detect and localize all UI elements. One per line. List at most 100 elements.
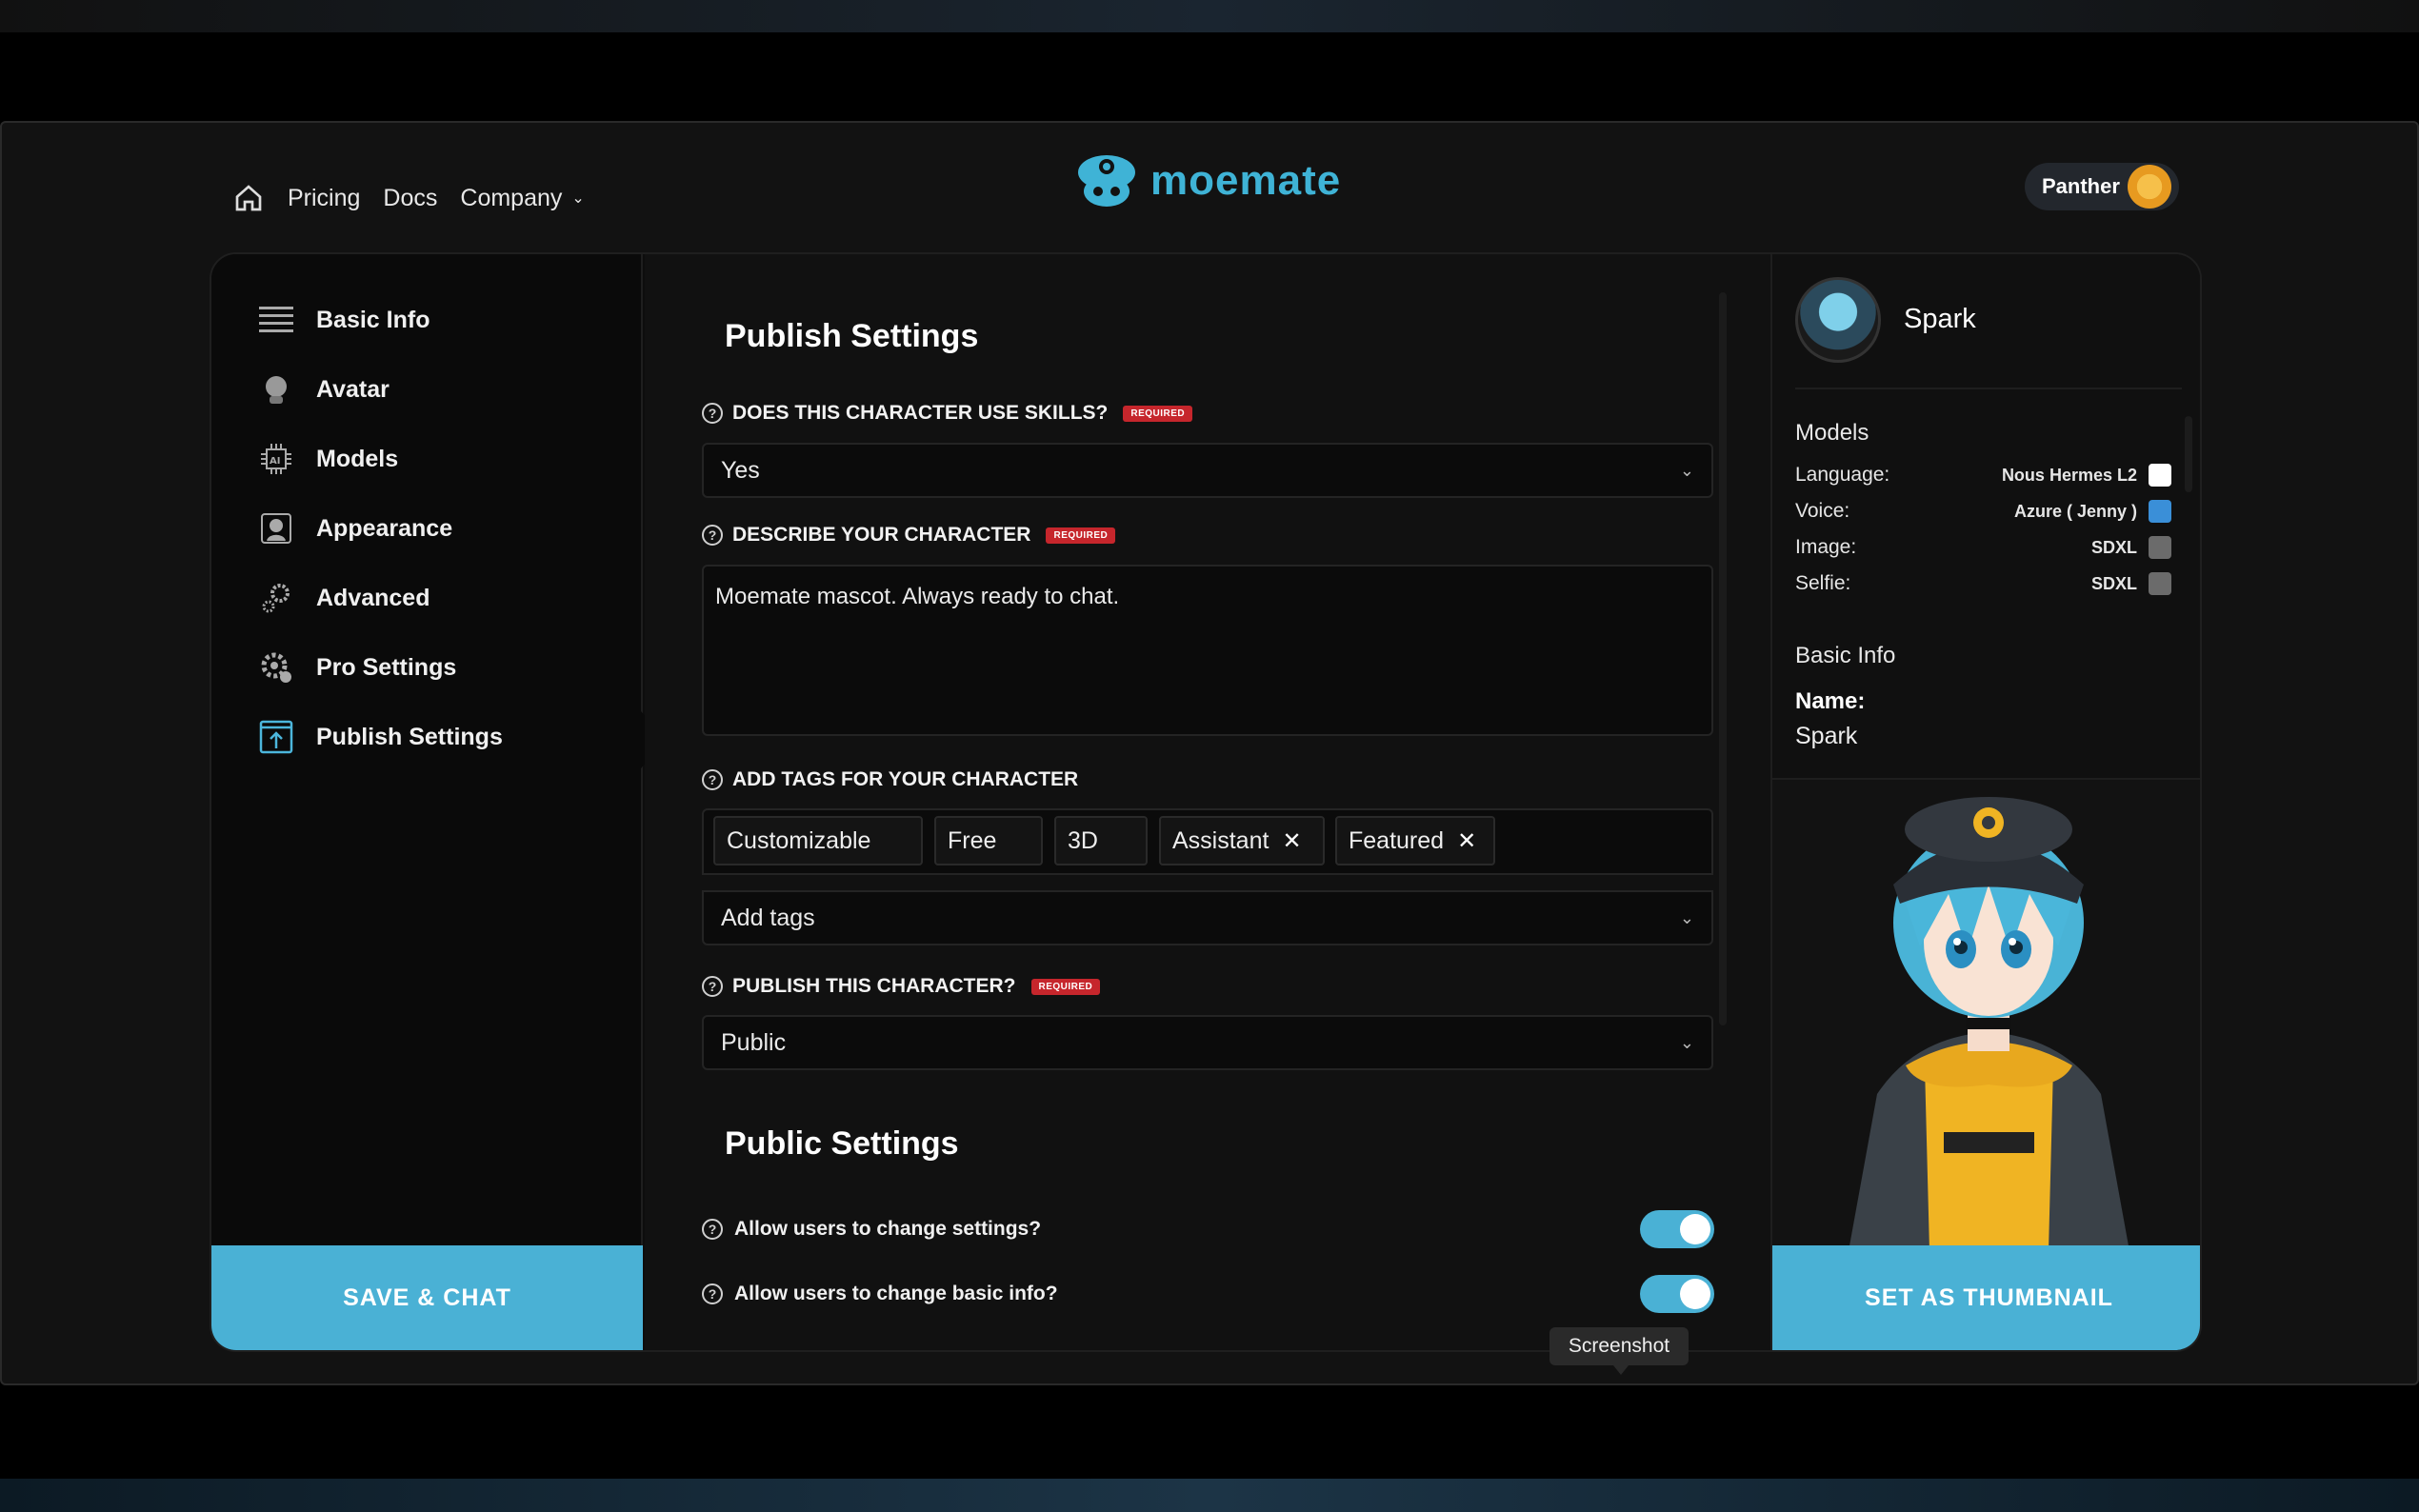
- nav-docs-link[interactable]: Docs: [383, 185, 437, 212]
- upload-icon: [257, 718, 295, 756]
- preview-panel: Spark Models Language: Nous Hermes L2 Vo…: [1770, 254, 2200, 1350]
- model-value: Azure ( Jenny ): [2013, 501, 2137, 521]
- help-icon[interactable]: ?: [702, 403, 723, 424]
- model-swatch: [2149, 536, 2171, 559]
- model-key: Voice:: [1795, 500, 1850, 522]
- nav-pricing-link[interactable]: Pricing: [288, 185, 360, 212]
- models-title: Models: [1795, 420, 1869, 446]
- required-badge: REQUIRED: [1123, 405, 1193, 422]
- sidebar-item-basic-info[interactable]: Basic Info: [257, 299, 430, 341]
- sidebar-item-label: Basic Info: [316, 306, 430, 333]
- set-as-thumbnail-button[interactable]: SET AS THUMBNAIL: [1772, 1245, 2200, 1350]
- publish-label: ? PUBLISH THIS CHARACTER? REQUIRED: [702, 975, 1101, 998]
- svg-text:AI: AI: [270, 456, 280, 467]
- sidebar-item-pro-settings[interactable]: Pro Settings: [257, 647, 456, 688]
- form-scrollbar[interactable]: [1719, 292, 1727, 1025]
- tags-label: ? ADD TAGS FOR YOUR CHARACTER: [702, 768, 1078, 791]
- tag-label: Featured: [1349, 826, 1445, 854]
- model-row-language: Language: Nous Hermes L2: [1795, 464, 2171, 487]
- help-icon[interactable]: ?: [702, 976, 723, 997]
- name-value: Spark: [1795, 723, 1858, 749]
- model-key: Language:: [1795, 464, 1890, 486]
- tag-chip[interactable]: Free: [934, 816, 1043, 865]
- character-3d-preview[interactable]: [1772, 778, 2200, 1249]
- help-icon[interactable]: ?: [702, 525, 723, 546]
- chevron-down-icon: ⌄: [1679, 907, 1694, 927]
- allow-change-basic-info-toggle[interactable]: [1640, 1275, 1714, 1313]
- toggle-basic-row: ? Allow users to change basic info?: [702, 1283, 1058, 1305]
- tag-label: Free: [948, 826, 997, 854]
- publish-select[interactable]: Public ⌄: [702, 1015, 1713, 1070]
- avatar-icon: [257, 370, 295, 408]
- window-bottom-band: [0, 1479, 2419, 1512]
- sidebar-item-label: Advanced: [316, 584, 430, 611]
- screenshot-tooltip: Screenshot: [1549, 1327, 1689, 1375]
- tag-chip[interactable]: Assistant ✕: [1159, 816, 1325, 865]
- remove-tag-icon[interactable]: ✕: [1457, 827, 1476, 855]
- describe-label: ? DESCRIBE YOUR CHARACTER REQUIRED: [702, 524, 1116, 547]
- gears-icon: [257, 579, 295, 617]
- panel-scrollbar[interactable]: [2185, 416, 2192, 492]
- help-icon[interactable]: ?: [702, 1283, 723, 1304]
- sidebar-item-label: Appearance: [316, 514, 453, 542]
- tag-chip[interactable]: 3D: [1054, 816, 1148, 865]
- tag-label: Assistant: [1172, 826, 1269, 854]
- remove-tag-icon[interactable]: ✕: [1282, 827, 1301, 855]
- help-icon[interactable]: ?: [702, 1219, 723, 1240]
- model-row-voice: Voice: Azure ( Jenny ): [1795, 500, 2171, 523]
- tag-chip[interactable]: Customizable: [713, 816, 923, 865]
- character-illustration: [1849, 797, 2129, 1249]
- add-tags-select[interactable]: Add tags ⌄: [702, 890, 1713, 945]
- model-key: Image:: [1795, 536, 1857, 558]
- gear-cog-icon: [257, 648, 295, 686]
- name-label: Name:: [1795, 688, 1866, 714]
- character-avatar: [1795, 277, 1881, 363]
- required-badge: REQUIRED: [1046, 527, 1116, 544]
- chevron-down-icon: ⌄: [571, 190, 585, 207]
- sidebar-item-avatar[interactable]: Avatar: [257, 368, 390, 410]
- sidebar-item-label: Models: [316, 445, 399, 472]
- moemate-logo[interactable]: moemate: [1074, 151, 1341, 210]
- toggle-basic-label: Allow users to change basic info?: [734, 1283, 1058, 1304]
- editor-card: Basic Info Avatar AI Models Appearance A…: [210, 252, 2202, 1352]
- tags-label-text: ADD TAGS FOR YOUR CHARACTER: [732, 768, 1079, 790]
- model-swatch: [2149, 464, 2171, 487]
- help-icon[interactable]: ?: [702, 769, 723, 790]
- allow-change-settings-toggle[interactable]: [1640, 1210, 1714, 1248]
- tag-label: 3D: [1068, 826, 1098, 854]
- divider: [1795, 388, 2182, 389]
- skills-select-value: Yes: [721, 456, 760, 484]
- window-top-band: [0, 0, 2419, 32]
- nav-company-dropdown[interactable]: Company ⌄: [460, 185, 584, 212]
- basic-info-title: Basic Info: [1795, 643, 1896, 668]
- model-swatch: [2149, 500, 2171, 523]
- model-value: Nous Hermes L2: [2001, 465, 2137, 485]
- required-badge: REQUIRED: [1030, 978, 1101, 995]
- save-and-chat-button[interactable]: SAVE & CHAT: [211, 1245, 643, 1350]
- character-name: Spark: [1904, 304, 1976, 334]
- chevron-down-icon: ⌄: [1679, 1032, 1694, 1052]
- describe-label-text: DESCRIBE YOUR CHARACTER: [732, 524, 1031, 546]
- toggle-settings-row: ? Allow users to change settings?: [702, 1218, 1041, 1241]
- top-nav: Pricing Docs Company ⌄: [232, 182, 585, 214]
- publish-label-text: PUBLISH THIS CHARACTER?: [732, 975, 1016, 997]
- describe-textarea[interactable]: Moemate mascot. Always ready to chat.: [702, 565, 1713, 736]
- sidebar-item-label: Pro Settings: [316, 653, 457, 681]
- ai-chip-icon: AI: [257, 440, 295, 478]
- public-settings-title: Public Settings: [725, 1125, 959, 1162]
- model-row-image: Image: SDXL: [1795, 536, 2171, 559]
- user-menu[interactable]: Panther: [2025, 163, 2179, 210]
- model-row-selfie: Selfie: SDXL: [1795, 572, 2171, 595]
- sidebar-item-appearance[interactable]: Appearance: [257, 507, 452, 549]
- home-icon[interactable]: [232, 182, 265, 214]
- sidebar-item-publish-settings[interactable]: Publish Settings: [257, 716, 503, 758]
- user-name: Panther: [2042, 174, 2120, 198]
- tag-chip[interactable]: Featured ✕: [1335, 816, 1495, 865]
- toggle-settings-label: Allow users to change settings?: [734, 1218, 1042, 1240]
- sidebar: Basic Info Avatar AI Models Appearance A…: [211, 254, 643, 1350]
- list-icon: [257, 301, 295, 339]
- model-value: SDXL: [2090, 537, 2137, 557]
- sidebar-item-models[interactable]: AI Models: [257, 438, 398, 480]
- sidebar-item-advanced[interactable]: Advanced: [257, 577, 430, 619]
- skills-select[interactable]: Yes ⌄: [702, 443, 1713, 498]
